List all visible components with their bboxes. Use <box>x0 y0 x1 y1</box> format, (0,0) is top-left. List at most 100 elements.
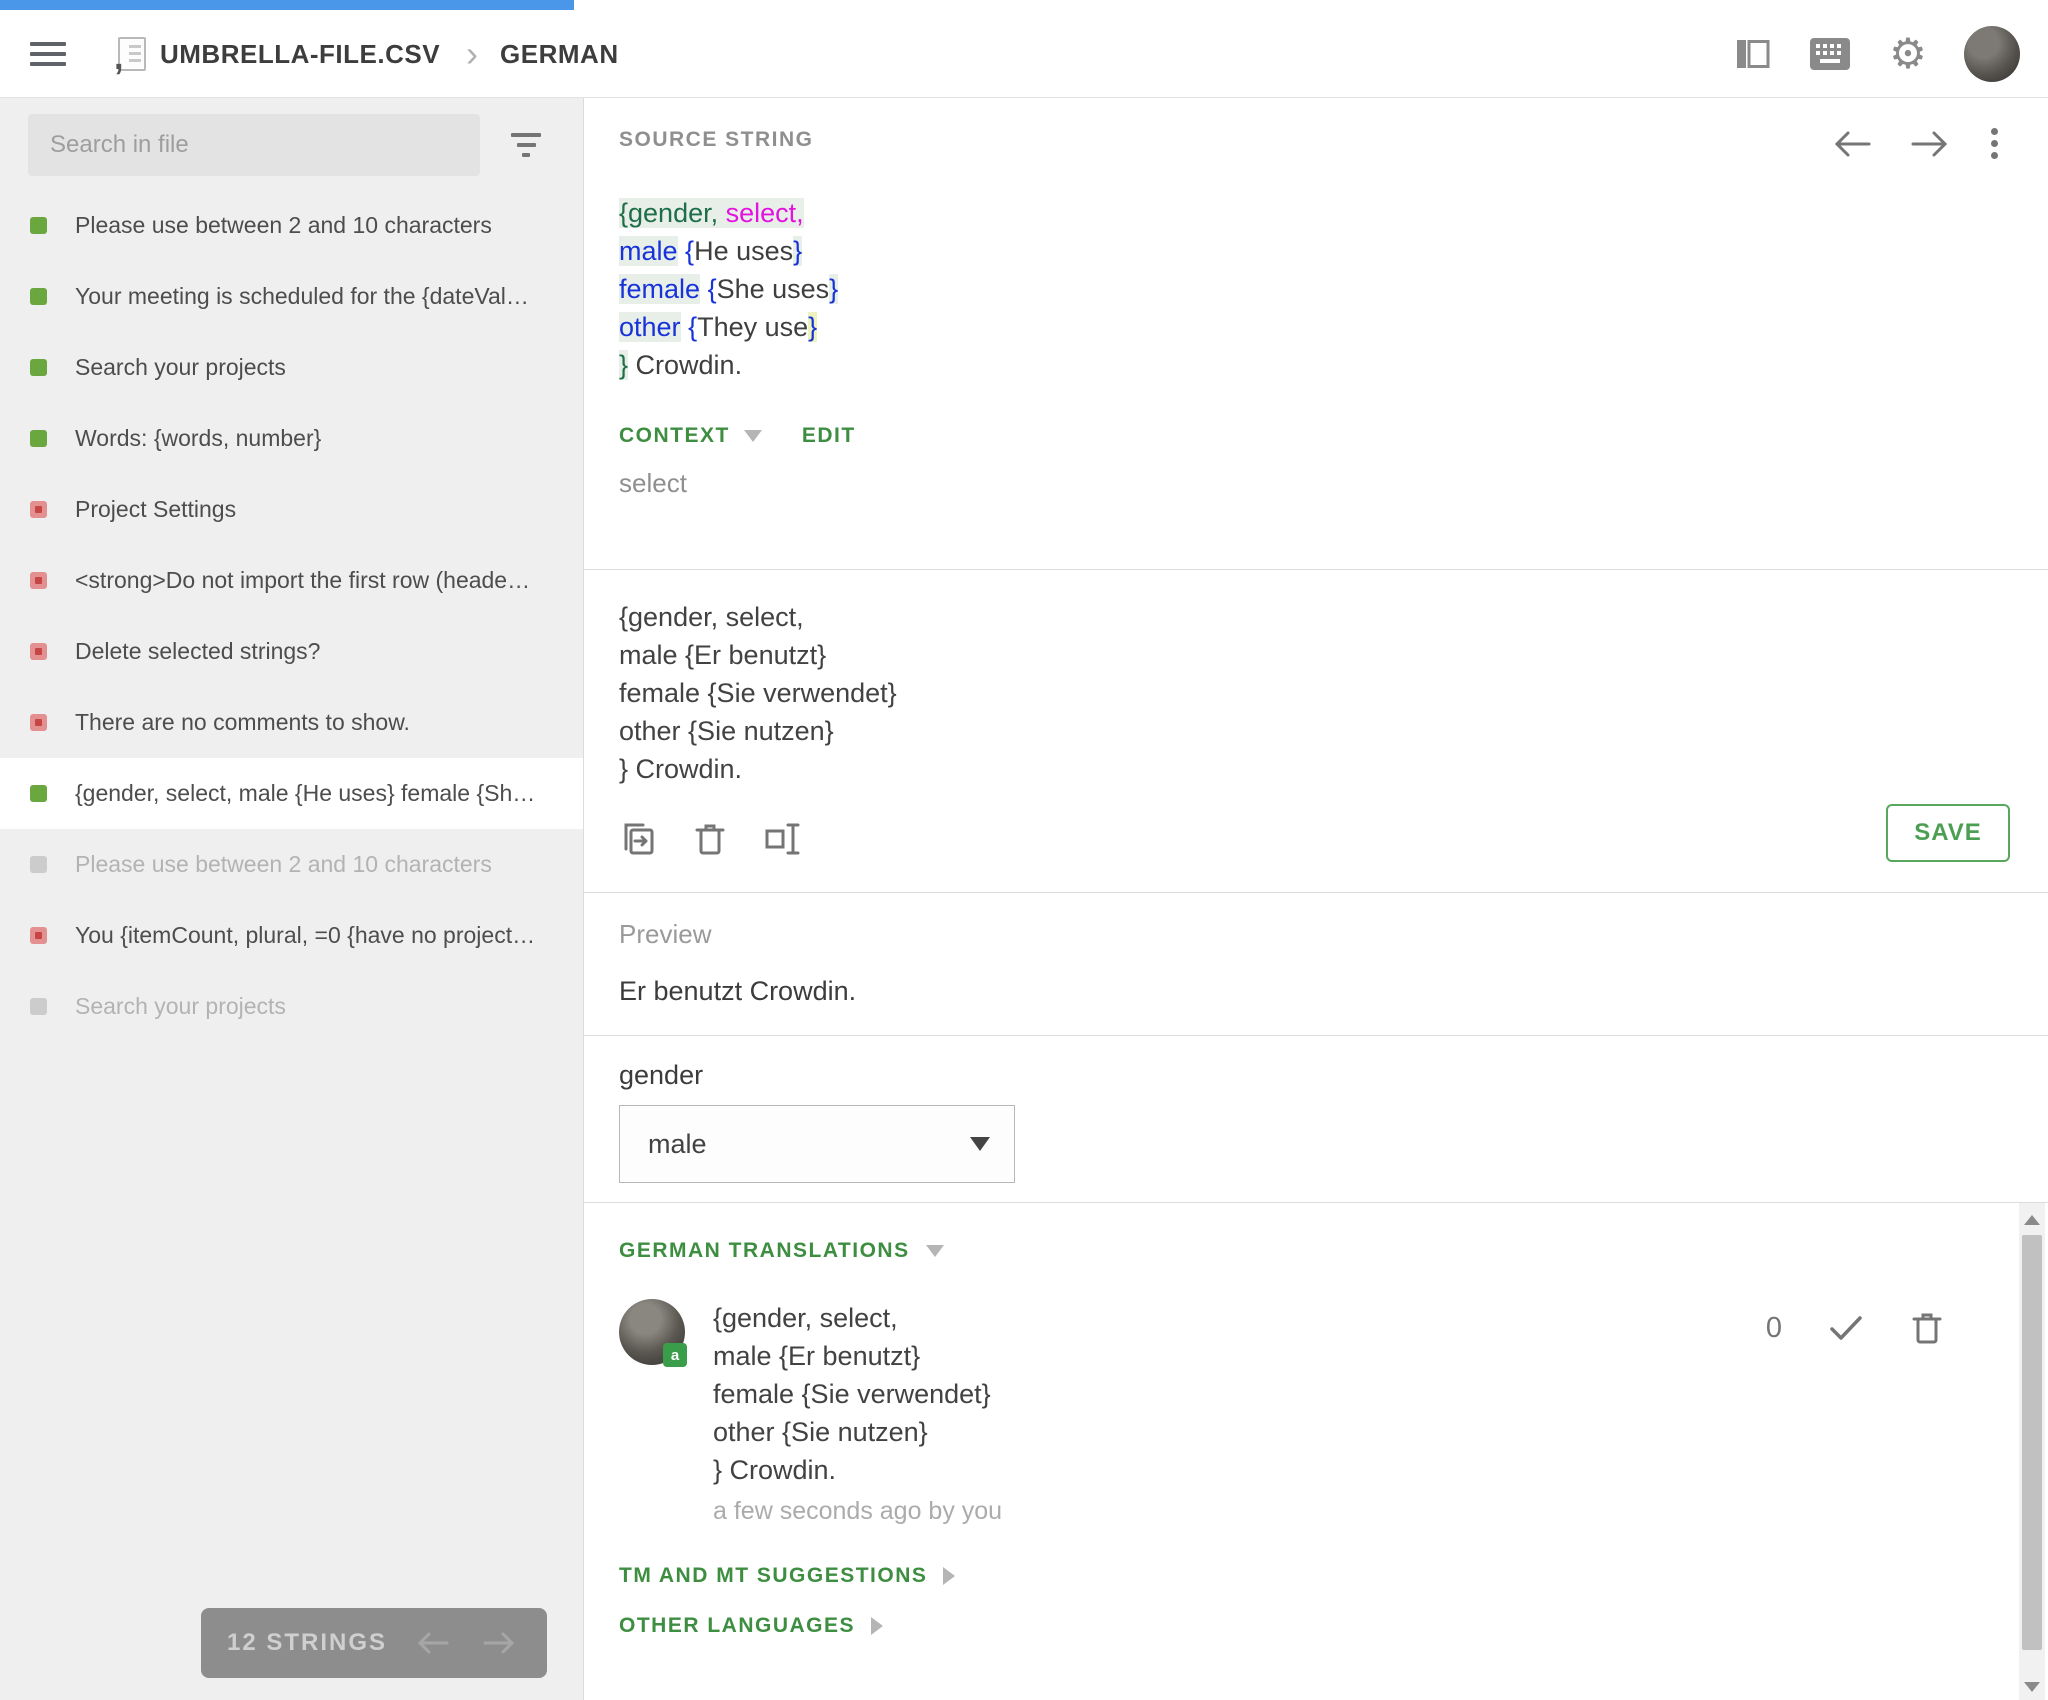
sidebar-string-item[interactable]: <strong>Do not import the first row (hea… <box>0 545 583 616</box>
string-label: Your meeting is scheduled for the {dateV… <box>75 283 529 309</box>
chevron-right-icon <box>871 1617 884 1635</box>
file-progress-bar <box>0 0 574 10</box>
previous-arrow-icon[interactable] <box>1833 128 1873 160</box>
save-button[interactable]: SAVE <box>1886 804 2010 862</box>
context-toggle[interactable]: CONTEXT <box>619 424 730 448</box>
string-status-icon <box>30 217 47 234</box>
source-token: } <box>808 312 818 342</box>
param-name-label: gender <box>619 1060 704 1090</box>
translation-entry-meta: a few seconds ago by you <box>713 1497 1003 1525</box>
scrollbar-thumb[interactable] <box>2022 1235 2042 1650</box>
translation-entry-text: {gender, select, male {Er benutzt} femal… <box>713 1303 991 1485</box>
search-input[interactable] <box>28 114 480 176</box>
string-status-icon <box>30 927 47 944</box>
source-token: } <box>619 350 629 380</box>
preview-text: Er benutzt Crowdin. <box>619 976 857 1006</box>
sidebar-string-item[interactable]: Please use between 2 and 10 characters <box>0 829 583 900</box>
string-list: Please use between 2 and 10 characters Yo… <box>0 190 583 1042</box>
sidebar-string-item[interactable]: {gender, select, male {He uses} female {… <box>0 758 583 829</box>
sidebar-string-item[interactable]: Your meeting is scheduled for the {dateV… <box>0 261 583 332</box>
vote-count: 0 <box>1765 1311 1782 1344</box>
string-label: <strong>Do not import the first row (hea… <box>75 567 531 593</box>
sidebar-string-item[interactable]: Please use between 2 and 10 characters <box>0 190 583 261</box>
breadcrumb-language[interactable]: GERMAN <box>500 39 619 70</box>
sidebar-string-item[interactable]: Search your projects <box>0 332 583 403</box>
source-string-title: SOURCE STRING <box>619 128 814 151</box>
source-token <box>718 198 726 228</box>
sidebar-string-item[interactable]: Delete selected strings? <box>0 616 583 687</box>
string-status-icon <box>30 359 47 376</box>
more-options-icon[interactable] <box>1985 126 2004 161</box>
clear-translation-trash-icon[interactable] <box>693 820 727 858</box>
strings-count-pill: 12 STRINGS <box>201 1608 547 1678</box>
chevron-down-icon <box>743 430 762 442</box>
string-status-icon <box>30 856 47 873</box>
select-text-icon[interactable] <box>763 820 805 858</box>
user-avatar[interactable] <box>1964 26 2020 82</box>
source-token: other <box>619 312 681 342</box>
translations-section: GERMAN TRANSLATIONS a {gender, select, m… <box>584 1203 2048 1700</box>
source-line: other {They use} <box>619 308 2048 346</box>
string-status-icon <box>30 501 47 518</box>
settings-gear-icon[interactable]: ⚙ <box>1886 32 1930 76</box>
source-token: } <box>793 236 803 266</box>
string-status-icon <box>30 643 47 660</box>
gender-select[interactable]: male <box>619 1105 1015 1183</box>
menu-icon[interactable] <box>30 42 66 66</box>
source-token: She uses <box>716 274 830 304</box>
scrollbar[interactable] <box>2019 1203 2045 1700</box>
source-token: { <box>688 312 698 342</box>
copy-source-icon[interactable] <box>619 820 657 858</box>
source-string-section: SOURCE STRING {gender, select, male {He u… <box>584 98 2048 570</box>
scroll-down-icon[interactable] <box>2024 1682 2040 1692</box>
source-line: male {He uses} <box>619 232 2048 270</box>
translation-section: {gender, select, male {Er benutzt} femal… <box>584 570 2048 893</box>
source-line: } Crowdin. <box>619 346 2048 384</box>
translator-avatar[interactable]: a <box>619 1299 687 1367</box>
other-languages-toggle[interactable]: OTHER LANGUAGES <box>619 1614 855 1638</box>
source-line: female {She uses} <box>619 270 2048 308</box>
delete-translation-trash-icon[interactable] <box>1910 1309 1944 1347</box>
source-token <box>678 236 686 266</box>
source-token <box>681 312 689 342</box>
sidebar-string-item[interactable]: Words: {words, number} <box>0 403 583 474</box>
source-token: male <box>619 236 678 266</box>
sidebar-string-item[interactable]: You {itemCount, plural, =0 {have no proj… <box>0 900 583 971</box>
next-string-button[interactable] <box>477 1629 521 1657</box>
preview-title: Preview <box>619 919 712 949</box>
translation-input[interactable]: {gender, select, male {Er benutzt} femal… <box>619 570 2048 788</box>
keyboard-shortcuts-icon[interactable] <box>1808 32 1852 76</box>
chevron-right-icon <box>943 1567 956 1585</box>
next-arrow-icon[interactable] <box>1909 128 1949 160</box>
csv-file-icon: , <box>114 37 146 75</box>
source-token: select, <box>725 198 804 228</box>
sidebar-string-item[interactable]: There are no comments to show. <box>0 687 583 758</box>
string-label: Project Settings <box>75 496 237 522</box>
string-status-icon <box>30 572 47 589</box>
scroll-up-icon[interactable] <box>2024 1215 2040 1225</box>
preview-section: Preview Er benutzt Crowdin. gender male <box>584 893 2048 1203</box>
sidebar-string-item[interactable]: Project Settings <box>0 474 583 545</box>
string-label: {gender, select, male {He uses} female {… <box>75 780 536 806</box>
source-token: { <box>707 274 717 304</box>
context-value: select <box>619 468 687 498</box>
translate-badge-icon: a <box>663 1343 687 1367</box>
side-panel-toggle-icon[interactable] <box>1730 32 1774 76</box>
string-label: Please use between 2 and 10 characters <box>75 212 492 238</box>
gender-select-value: male <box>648 1128 707 1159</box>
breadcrumb-file-name[interactable]: UMBRELLA-FILE.CSV <box>160 39 440 70</box>
previous-string-button[interactable] <box>411 1629 455 1657</box>
string-status-icon <box>30 430 47 447</box>
string-status-icon <box>30 714 47 731</box>
select-arrow-icon <box>970 1137 990 1151</box>
context-edit-button[interactable]: EDIT <box>802 424 856 448</box>
strings-count-label: 12 STRINGS <box>227 1629 388 1656</box>
translations-toggle[interactable]: GERMAN TRANSLATIONS <box>619 1239 910 1263</box>
string-label: Words: {words, number} <box>75 425 322 451</box>
filter-icon[interactable] <box>506 133 546 157</box>
approve-check-icon[interactable] <box>1826 1312 1866 1344</box>
file-progress-track <box>0 0 2048 10</box>
sidebar-string-item[interactable]: Search your projects <box>0 971 583 1042</box>
tm-mt-suggestions-toggle[interactable]: TM AND MT SUGGESTIONS <box>619 1564 927 1588</box>
string-label: Search your projects <box>75 993 286 1019</box>
